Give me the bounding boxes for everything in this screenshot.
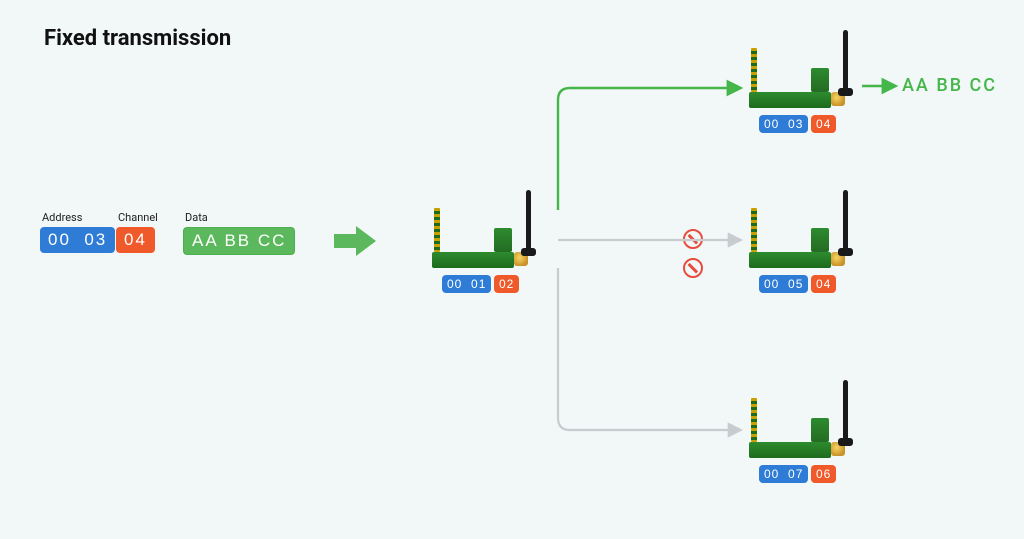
sender-channel-badge: 02 <box>494 275 519 293</box>
receiver-2-module-icon <box>749 190 859 268</box>
diagram-title: Fixed transmission <box>44 26 231 51</box>
blocked-icon <box>683 258 703 278</box>
sender-address-badge: 00 01 <box>442 275 491 293</box>
output-data-text: AA BB CC <box>902 75 997 96</box>
receiver-2-address-badge: 00 05 <box>759 275 808 293</box>
label-address: Address <box>42 211 82 224</box>
receiver-2-channel-badge: 04 <box>811 275 836 293</box>
receiver-1-module-icon <box>749 30 859 108</box>
receiver-3-channel-badge: 06 <box>811 465 836 483</box>
input-data-badge: AA BB CC <box>183 227 295 255</box>
receiver-3-module-icon <box>749 380 859 458</box>
connection-wires <box>0 0 1024 539</box>
input-address-badge: 00 03 <box>40 227 115 253</box>
receiver-1-channel-badge: 04 <box>811 115 836 133</box>
blocked-icon <box>683 229 703 249</box>
label-channel: Channel <box>118 211 158 224</box>
input-channel-badge: 04 <box>116 227 155 253</box>
receiver-3-address-badge: 00 07 <box>759 465 808 483</box>
receiver-1-address-badge: 00 03 <box>759 115 808 133</box>
label-data: Data <box>185 211 208 224</box>
sender-module-icon <box>432 190 542 268</box>
